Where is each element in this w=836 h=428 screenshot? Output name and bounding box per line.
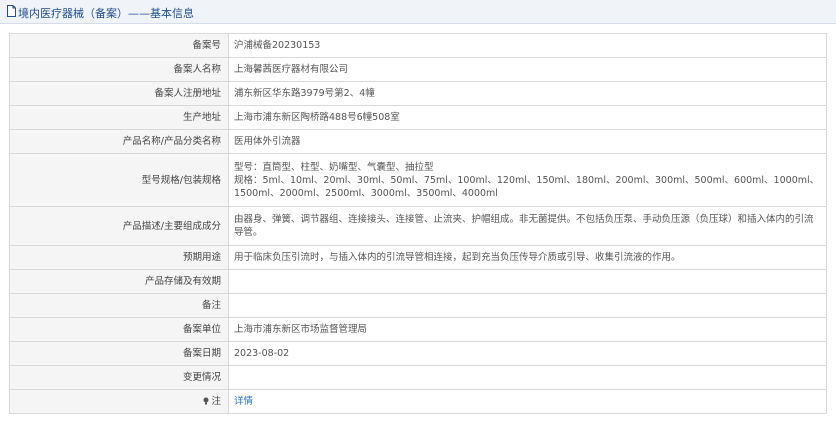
- table-row: 变更情况: [9, 365, 827, 390]
- field-value: 医用体外引流器: [228, 129, 827, 154]
- field-value: 沪浦械备20230153: [228, 33, 827, 58]
- field-value: [228, 269, 827, 294]
- field-value: 型号：直筒型、柱型、奶嘴型、气囊型、抽拉型 规格：5ml、10ml、20ml、3…: [228, 153, 827, 207]
- field-value: 2023-08-02: [228, 341, 827, 366]
- table-row: 产品描述/主要组成成分 由器身、弹簧、调节器组、连接接头、连接管、止流夹、护帽组…: [9, 206, 827, 246]
- table-row: 备注: [9, 293, 827, 318]
- field-label: 产品存储及有效期: [9, 269, 229, 294]
- table-row: 注 详情: [9, 389, 827, 414]
- field-label: 预期用途: [9, 245, 229, 270]
- field-label: 产品描述/主要组成成分: [9, 206, 229, 246]
- model-line: 型号：直筒型、柱型、奶嘴型、气囊型、抽拉型: [234, 161, 434, 173]
- table-row: 备案号 沪浦械备20230153: [9, 33, 827, 58]
- document-icon: [7, 5, 16, 17]
- field-value: 浦东新区华东路3979号第2、4幢: [228, 81, 827, 106]
- table-row: 产品存储及有效期: [9, 269, 827, 294]
- field-value: 上海馨茜医疗器材有限公司: [228, 57, 827, 82]
- field-value: 上海市浦东新区陶桥路488号6幢508室: [228, 105, 827, 130]
- field-value: 用于临床负压引流时，与插入体内的引流导管相连接，起到充当负压传导介质或引导、收集…: [228, 245, 827, 270]
- details-link[interactable]: 详情: [234, 396, 253, 407]
- field-label: 产品名称/产品分类名称: [9, 129, 229, 154]
- page-header: 境内医疗器械（备案）——基本信息: [0, 0, 836, 24]
- field-label: 生产地址: [9, 105, 229, 130]
- field-label: 变更情况: [9, 365, 229, 390]
- field-label: 备案单位: [9, 317, 229, 342]
- table-row: 备案日期 2023-08-02: [9, 341, 827, 366]
- table-row: 型号规格/包装规格 型号：直筒型、柱型、奶嘴型、气囊型、抽拉型 规格：5ml、1…: [9, 153, 827, 207]
- field-label: 型号规格/包装规格: [9, 153, 229, 207]
- field-value: 由器身、弹簧、调节器组、连接接头、连接管、止流夹、护帽组成。非无菌提供。不包括负…: [228, 206, 827, 246]
- field-value: 上海市浦东新区市场监督管理局: [228, 317, 827, 342]
- field-label: 备案日期: [9, 341, 229, 366]
- table-row: 备案人名称 上海馨茜医疗器材有限公司: [9, 57, 827, 82]
- field-value: 详情: [228, 389, 827, 414]
- note-label: 注: [211, 396, 221, 407]
- field-label: 备案人名称: [9, 57, 229, 82]
- page-title: 境内医疗器械（备案）——基本信息: [18, 7, 194, 20]
- field-value: [228, 293, 827, 318]
- table-row: 备案人注册地址 浦东新区华东路3979号第2、4幢: [9, 81, 827, 106]
- record-info-table: 备案号 沪浦械备20230153 备案人名称 上海馨茜医疗器材有限公司 备案人注…: [9, 33, 827, 414]
- table-row: 生产地址 上海市浦东新区陶桥路488号6幢508室: [9, 105, 827, 130]
- table-row: 备案单位 上海市浦东新区市场监督管理局: [9, 317, 827, 342]
- tip-icon: [203, 397, 209, 405]
- field-label: 注: [9, 389, 229, 414]
- spec-line: 规格：5ml、10ml、20ml、30ml、50ml、75ml、100ml、12…: [234, 174, 820, 199]
- field-label: 备案号: [9, 33, 229, 58]
- field-label: 备案人注册地址: [9, 81, 229, 106]
- field-label: 备注: [9, 293, 229, 318]
- field-value: [228, 365, 827, 390]
- table-row: 预期用途 用于临床负压引流时，与插入体内的引流导管相连接，起到充当负压传导介质或…: [9, 245, 827, 270]
- table-row: 产品名称/产品分类名称 医用体外引流器: [9, 129, 827, 154]
